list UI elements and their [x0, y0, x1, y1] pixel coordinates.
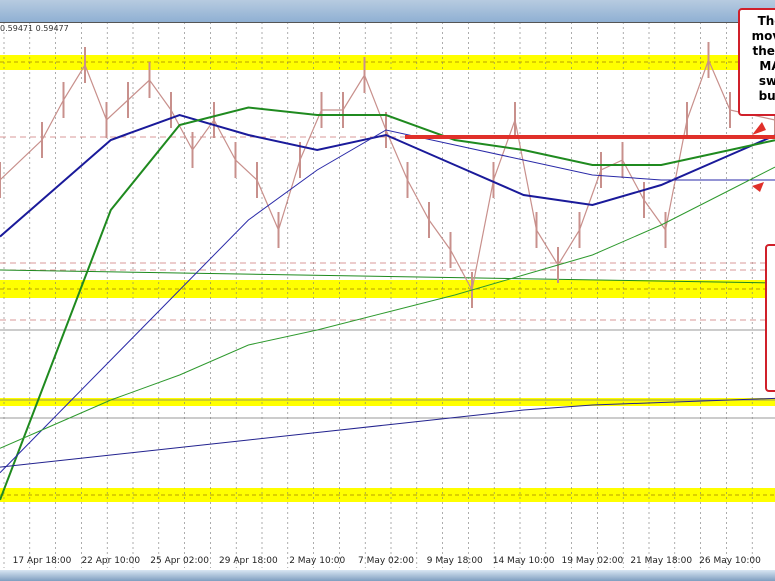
ma-line-green-ma-thin- [0, 166, 775, 449]
red-resistance-line [405, 122, 775, 192]
annotation-line: T [767, 268, 775, 283]
x-tick-label: 9 May 18:00 [427, 556, 483, 566]
x-tick-label: 22 Apr 10:00 [81, 556, 140, 566]
price-line [0, 58, 775, 292]
x-tick-label: 25 Apr 02:00 [150, 556, 209, 566]
x-tick-label: 7 May 02:00 [358, 556, 414, 566]
support-resistance-bands [0, 55, 775, 502]
x-tick-label: 26 May 10:00 [699, 556, 761, 566]
yellow-band [0, 398, 775, 406]
x-tick-label: 21 May 18:00 [630, 556, 692, 566]
x-tick-label: 14 May 10:00 [493, 556, 555, 566]
ma-line-green-ma-thick- [0, 106, 775, 501]
status-bar [0, 570, 775, 581]
x-tick-label: 2 May 10:00 [289, 556, 345, 566]
x-tick-label: 17 Apr 18:00 [13, 556, 72, 566]
moving-averages [0, 106, 775, 501]
x-axis-labels: 17 Apr 18:00 22 Apr 10:00 25 Apr 02:00 29 A… [13, 556, 761, 566]
ma-line-blue-step-line [0, 397, 775, 468]
x-tick-label: 19 May 02:00 [562, 556, 624, 566]
ma-line-blue-ma-thin- [0, 129, 775, 474]
price-quote: 0.59471 0.59477 [0, 24, 69, 33]
price-series [0, 42, 775, 308]
annotation-box-top: The move the 1 MA swi but [738, 8, 775, 116]
x-tick-label: 29 Apr 18:00 [219, 556, 278, 566]
annotation-line: swi [758, 74, 775, 88]
arrow-icon [752, 182, 764, 192]
price-chart: 17 Apr 18:00 22 Apr 10:00 25 Apr 02:00 29 A… [0, 22, 775, 568]
annotation-line: t [767, 328, 775, 343]
arrow-icon [752, 122, 766, 135]
annotation-line: but [758, 89, 775, 103]
annotation-line: MA [759, 59, 775, 73]
annotation-line: the 1 [752, 44, 775, 58]
horizontal-levels [0, 136, 775, 419]
annotation-box-bottom: T I t [765, 244, 775, 392]
annotation-line: The [757, 14, 775, 28]
annotation-line: I [767, 313, 775, 328]
annotation-line: move [751, 29, 775, 43]
